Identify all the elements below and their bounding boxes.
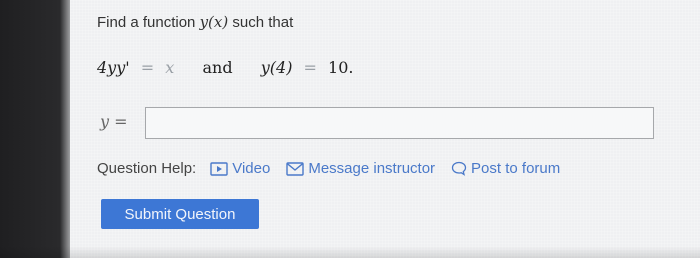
equation-rhs: x [165,58,175,77]
equation-row: 4yy' = x and y(4) = 10. [97,58,354,77]
page-background: Find a function y(x) such that 4yy' = x … [0,0,700,258]
bottom-shadow [0,246,700,258]
post-to-forum-label: Post to forum [471,160,561,177]
message-instructor-link[interactable]: Message instructor [286,160,435,177]
equation-and: and [202,58,233,77]
mail-icon [286,161,305,176]
video-link-label: Video [232,160,271,177]
submit-question-button[interactable]: Submit Question [101,199,259,229]
equation-equals: = [140,58,155,77]
play-icon [210,161,228,176]
condition-rhs: 10. [328,58,354,77]
prompt-text: Find a function [97,14,196,31]
chat-bubble-icon [451,161,467,176]
question-prompt: Find a function y(x) such that [97,13,293,31]
answer-label: y = [100,112,128,131]
question-help-row: Question Help: Video Message instructor … [97,160,576,177]
video-link[interactable]: Video [210,160,270,177]
prompt-suffix: such that [232,14,294,31]
message-instructor-label: Message instructor [308,160,436,177]
equation-lhs: 4yy' [97,58,130,77]
post-to-forum-link[interactable]: Post to forum [451,160,560,177]
condition-lhs: y(4) [260,58,293,77]
condition-equals: = [303,58,317,77]
answer-input[interactable] [145,107,654,139]
prompt-function: y(x) [199,13,229,31]
question-help-label: Question Help: [97,160,197,177]
